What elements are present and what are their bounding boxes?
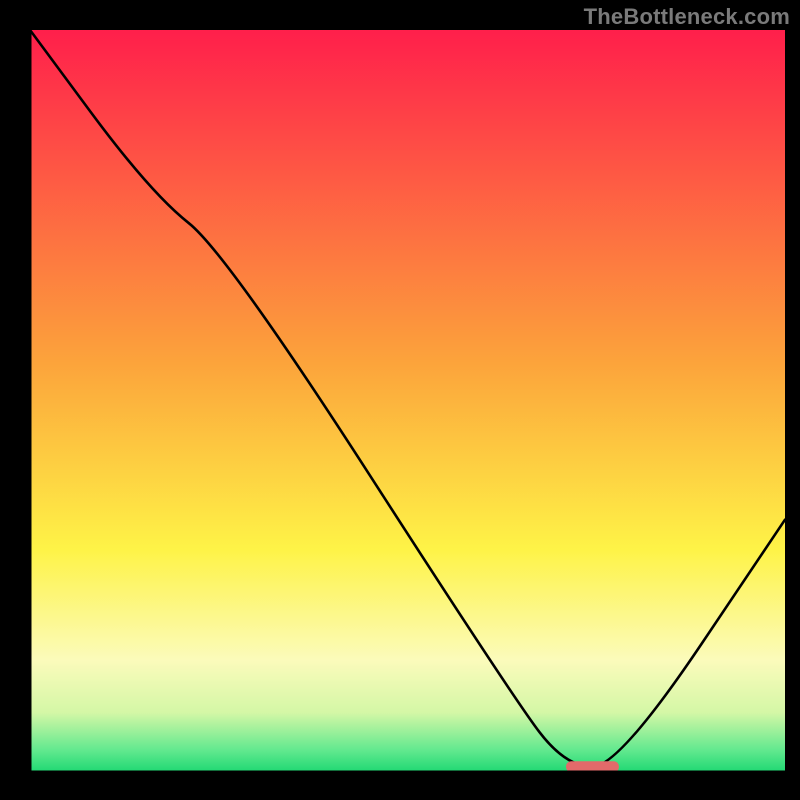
chart-frame: { "watermark": "TheBottleneck.com", "cha… <box>0 0 800 800</box>
bottleneck-chart <box>0 0 800 800</box>
gradient-background <box>30 30 785 772</box>
